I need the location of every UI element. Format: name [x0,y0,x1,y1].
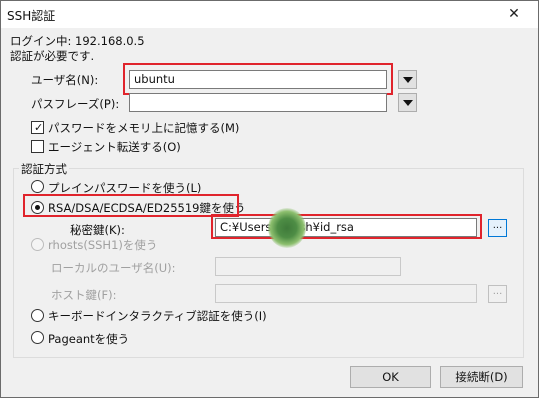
keyboard-interactive-label: キーボードインタラクティブ認証を使う(I) [48,309,267,323]
disconnect-button[interactable]: 接続断(D) [440,366,523,388]
auth-required-label: 認証が必要です. [10,49,95,63]
host-key-label: ホスト鍵(F): [51,288,117,302]
username-highlight [123,63,393,95]
host-key-browse-button[interactable]: ... [488,285,507,303]
agent-forward-label: エージェント転送する(O) [48,140,181,154]
host-key-field[interactable] [215,284,477,303]
plain-password-radio[interactable] [31,180,44,193]
auth-method-group-label: 認証方式 [19,161,69,177]
private-key-highlight [211,214,482,239]
rsa-key-highlight [23,194,239,217]
title-bar: SSH認証 ✕ [1,1,538,28]
login-status: ログイン中: 192.168.0.5 [10,34,145,48]
ok-button[interactable]: OK [350,366,431,388]
local-user-field[interactable] [215,257,401,276]
pageant-label: Pageantを使う [48,332,130,346]
passphrase-field[interactable] [129,93,387,112]
private-key-label: 秘密鍵(K): [70,223,125,237]
passphrase-label: パスフレーズ(P): [31,97,120,111]
remember-password-checkbox[interactable]: ✓ [31,121,44,134]
check-icon: ✓ [34,121,44,134]
username-dropdown-button[interactable] [398,70,417,89]
pageant-radio[interactable] [31,331,44,344]
window-title: SSH認証 [7,9,56,23]
local-user-label: ローカルのユーザ名(U): [51,261,176,275]
remember-password-label: パスワードをメモリ上に記憶する(M) [48,121,240,135]
rhosts-radio[interactable] [31,238,44,251]
agent-forward-checkbox[interactable] [31,140,44,153]
username-label: ユーザ名(N): [31,73,99,87]
close-icon[interactable]: ✕ [504,5,524,23]
private-key-browse-button[interactable]: ... [488,219,507,237]
redaction-blob [268,208,306,248]
passphrase-dropdown-button[interactable] [398,93,417,112]
keyboard-interactive-radio[interactable] [31,309,44,322]
rhosts-label: rhosts(SSH1)を使う [48,238,158,252]
